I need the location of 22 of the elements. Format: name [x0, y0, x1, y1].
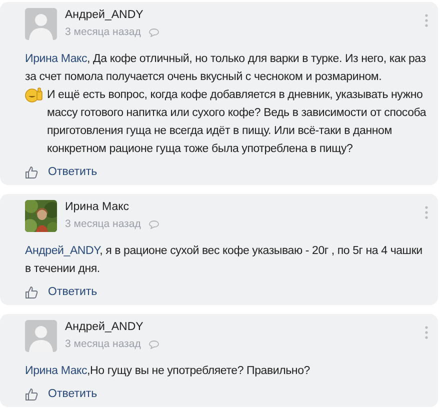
comment-text: Ирина Макс, Да кофе отличный, но только для варки в турке. Из него, как раз за счет помола получается очень вкусный с чесноком и розмарином. — [25, 52, 427, 85]
reply-link[interactable]: Ответить — [48, 165, 98, 180]
comment-time: 3 месяца назад — [65, 337, 141, 352]
comment-icon — [148, 28, 159, 37]
comment-time: 3 месяца назад — [65, 25, 141, 40]
comment-icon — [148, 340, 159, 349]
author-name[interactable]: Андрей_ANDY — [65, 320, 159, 335]
mention-link[interactable]: Ирина Макс — [25, 53, 88, 65]
comment-text: Андрей_ANDY, я в рационе сухой вес кофе указываю - 20г , по 5г на 4 чашки в течении дня. — [25, 244, 424, 277]
thumbs-up-icon[interactable] — [25, 166, 38, 179]
comment-icon — [148, 220, 159, 229]
comment-text: И ещё есть вопрос, когда кофе добавляется в дневник, указывать нужно массу готового напитка или сухого кофе? Ведь в зависимости от способа приготовления гуща не всегда идёт в пищу. Или всё-таки в данном конкретном рационе гуща тоже была употреблена в пищу? — [47, 88, 428, 157]
thumbs-up-icon[interactable] — [25, 286, 38, 299]
author-name[interactable]: Ирина Макс — [65, 200, 159, 215]
mention-link[interactable]: Ирина Макс — [25, 365, 88, 377]
comment-text: Ирина Макс,Но гущу вы не употребляете? Правильно? — [25, 364, 311, 379]
thumbs-up-icon[interactable] — [25, 388, 38, 401]
author-name[interactable]: Андрей_ANDY — [65, 8, 159, 23]
comment-time: 3 месяца назад — [65, 217, 141, 232]
reply-link[interactable]: Ответить — [48, 285, 98, 300]
reply-link[interactable]: Ответить — [48, 387, 98, 402]
mention-link[interactable]: Андрей_ANDY — [25, 245, 100, 257]
